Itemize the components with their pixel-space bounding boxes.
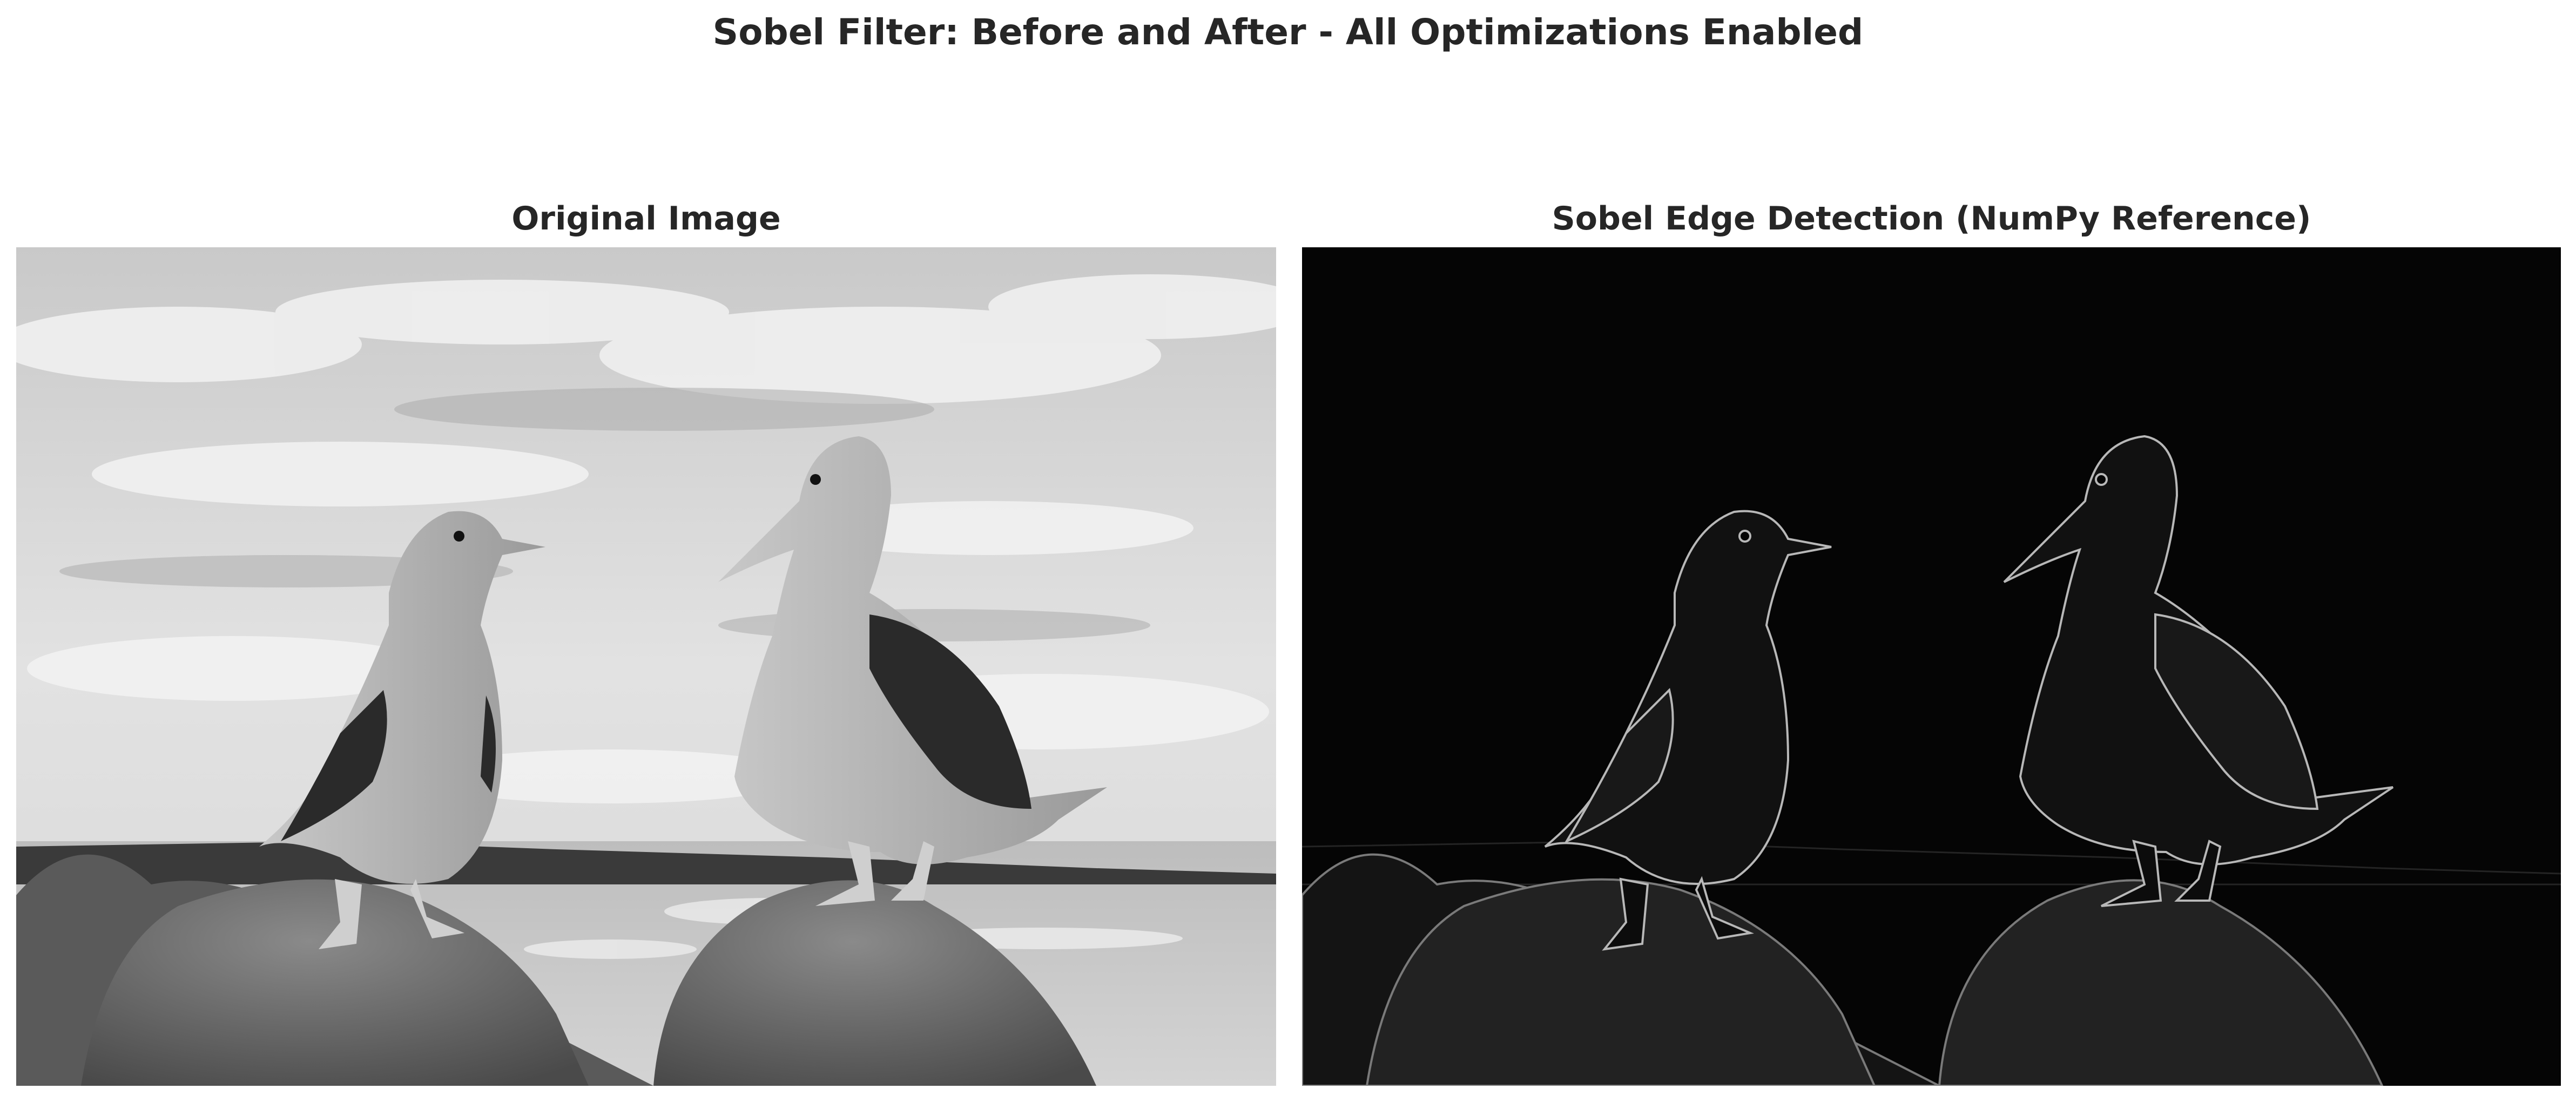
sobel-edge-image [1302, 247, 2561, 1086]
original-image-graphic [16, 247, 1276, 1086]
original-image [16, 247, 1276, 1086]
panel-title-original: Original Image [511, 200, 781, 238]
figure-title: Sobel Filter: Before and After - All Opt… [712, 11, 1864, 53]
sobel-edge-graphic [1302, 247, 2561, 1086]
panel-title-sobel: Sobel Edge Detection (NumPy Reference) [1552, 200, 2311, 238]
